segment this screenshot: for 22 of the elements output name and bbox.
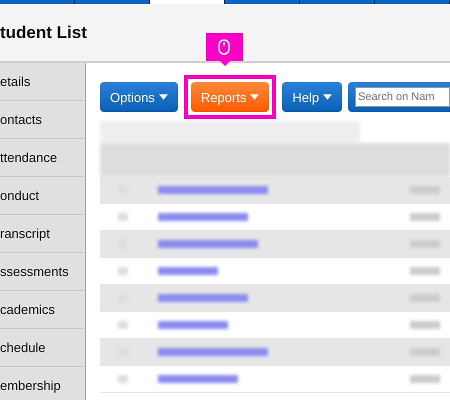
page-title: tudent List [0,22,87,42]
sidebar-item[interactable]: ranscript [0,215,85,253]
sidebar-item[interactable]: cademics [0,291,85,329]
top-tab[interactable] [225,0,300,4]
top-tab[interactable] [75,0,150,4]
sidebar-item[interactable]: embership [0,367,85,400]
menu-button[interactable]: Options [100,82,178,112]
sidebar-item[interactable]: ontacts [0,101,85,139]
search-field[interactable]: Search on Nam [355,87,450,107]
top-tab[interactable] [375,0,450,4]
sidebar-item[interactable]: ttendance [0,139,85,177]
sidebar-item[interactable]: onduct [0,177,85,215]
sidebar-item[interactable]: chedule [0,329,85,367]
top-tab[interactable] [0,0,75,4]
sidebar-item[interactable]: etails [0,63,85,101]
caret-icon [323,94,332,100]
top-tab[interactable] [300,0,375,4]
mouse-icon [218,39,230,55]
caret-icon [158,94,168,100]
caret-icon [250,94,260,100]
menu-button[interactable]: Help [282,82,342,112]
sidebar-item[interactable]: ssessments [0,253,85,291]
